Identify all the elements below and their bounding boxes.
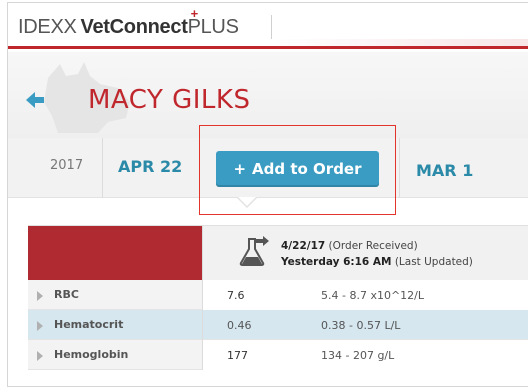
results-header-label-cell — [28, 226, 202, 281]
updated-time: Yesterday 6:16 AM — [281, 256, 392, 268]
order-info-cell: 4/22/17 (Order Received) Yesterday 6:16 … — [202, 226, 528, 281]
expand-triangle-icon — [37, 351, 43, 361]
result-name: Hematocrit — [54, 318, 124, 331]
date-separator — [399, 138, 400, 198]
brand-cross-icon: + — [190, 6, 199, 21]
brand-idexx: IDEXX — [18, 16, 77, 38]
result-value: 7.6 — [227, 289, 245, 302]
header-divider — [271, 15, 272, 39]
results-table: 4/22/17 (Order Received) Yesterday 6:16 … — [28, 225, 528, 370]
brand-vetconnect: VetConnect — [80, 16, 188, 38]
result-name: Hemoglobin — [54, 348, 129, 361]
add-to-order-label: Add to Order — [252, 160, 362, 178]
result-values: 0.46 0.38 - 0.57 L/L — [202, 310, 528, 340]
expand-triangle-icon — [37, 321, 43, 331]
result-value: 0.46 — [227, 319, 252, 332]
brand-header: IDEXX VetConnect + PLUS — [8, 3, 528, 49]
expand-triangle-icon — [37, 291, 43, 301]
date-tab-apr-22[interactable]: APR 22 — [118, 157, 182, 176]
order-date: 4/22/17 — [281, 240, 326, 252]
result-name: RBC — [54, 288, 79, 301]
result-values: 7.6 5.4 - 8.7 x10^12/L — [202, 280, 528, 310]
reference-range: 5.4 - 8.7 x10^12/L — [321, 289, 425, 302]
app-window: IDEXX VetConnect + PLUS MACY GILKS 2017 APR… — [7, 2, 528, 387]
updated-label: (Last Updated) — [394, 256, 473, 268]
reference-range: 134 - 207 g/L — [321, 349, 395, 362]
result-row-rbc[interactable]: RBC 7.6 5.4 - 8.7 x10^12/L — [28, 280, 528, 310]
order-date-line: 4/22/17 (Order Received) — [281, 240, 418, 252]
results-header: 4/22/17 (Order Received) Yesterday 6:16 … — [28, 225, 528, 281]
result-values: 177 134 - 207 g/L — [202, 340, 528, 370]
patient-header: MACY GILKS — [8, 52, 528, 138]
date-navigation: 2017 APR 22 + Add to Order MAR 1 — [8, 138, 528, 198]
order-status: (Order Received) — [328, 240, 418, 252]
flask-icon — [239, 236, 269, 266]
header-accent — [272, 39, 528, 49]
plus-icon: + — [233, 160, 247, 178]
order-updated-line: Yesterday 6:16 AM (Last Updated) — [281, 256, 473, 268]
result-row-hemoglobin[interactable]: Hemoglobin 177 134 - 207 g/L — [28, 340, 528, 370]
year-label: 2017 — [8, 138, 103, 198]
callout-pointer — [238, 197, 256, 206]
patient-name: MACY GILKS — [88, 85, 251, 115]
reference-range: 0.38 - 0.57 L/L — [321, 319, 401, 332]
result-row-hematocrit[interactable]: Hematocrit 0.46 0.38 - 0.57 L/L — [28, 310, 528, 340]
result-value: 177 — [227, 349, 248, 362]
brand-logo[interactable]: IDEXX VetConnect + PLUS — [18, 6, 239, 39]
brand-plus-wrap: + PLUS — [188, 6, 239, 38]
add-to-order-button[interactable]: + Add to Order — [216, 151, 379, 187]
date-tab-mar-1[interactable]: MAR 1 — [416, 161, 473, 180]
back-arrow-icon[interactable] — [24, 90, 46, 110]
